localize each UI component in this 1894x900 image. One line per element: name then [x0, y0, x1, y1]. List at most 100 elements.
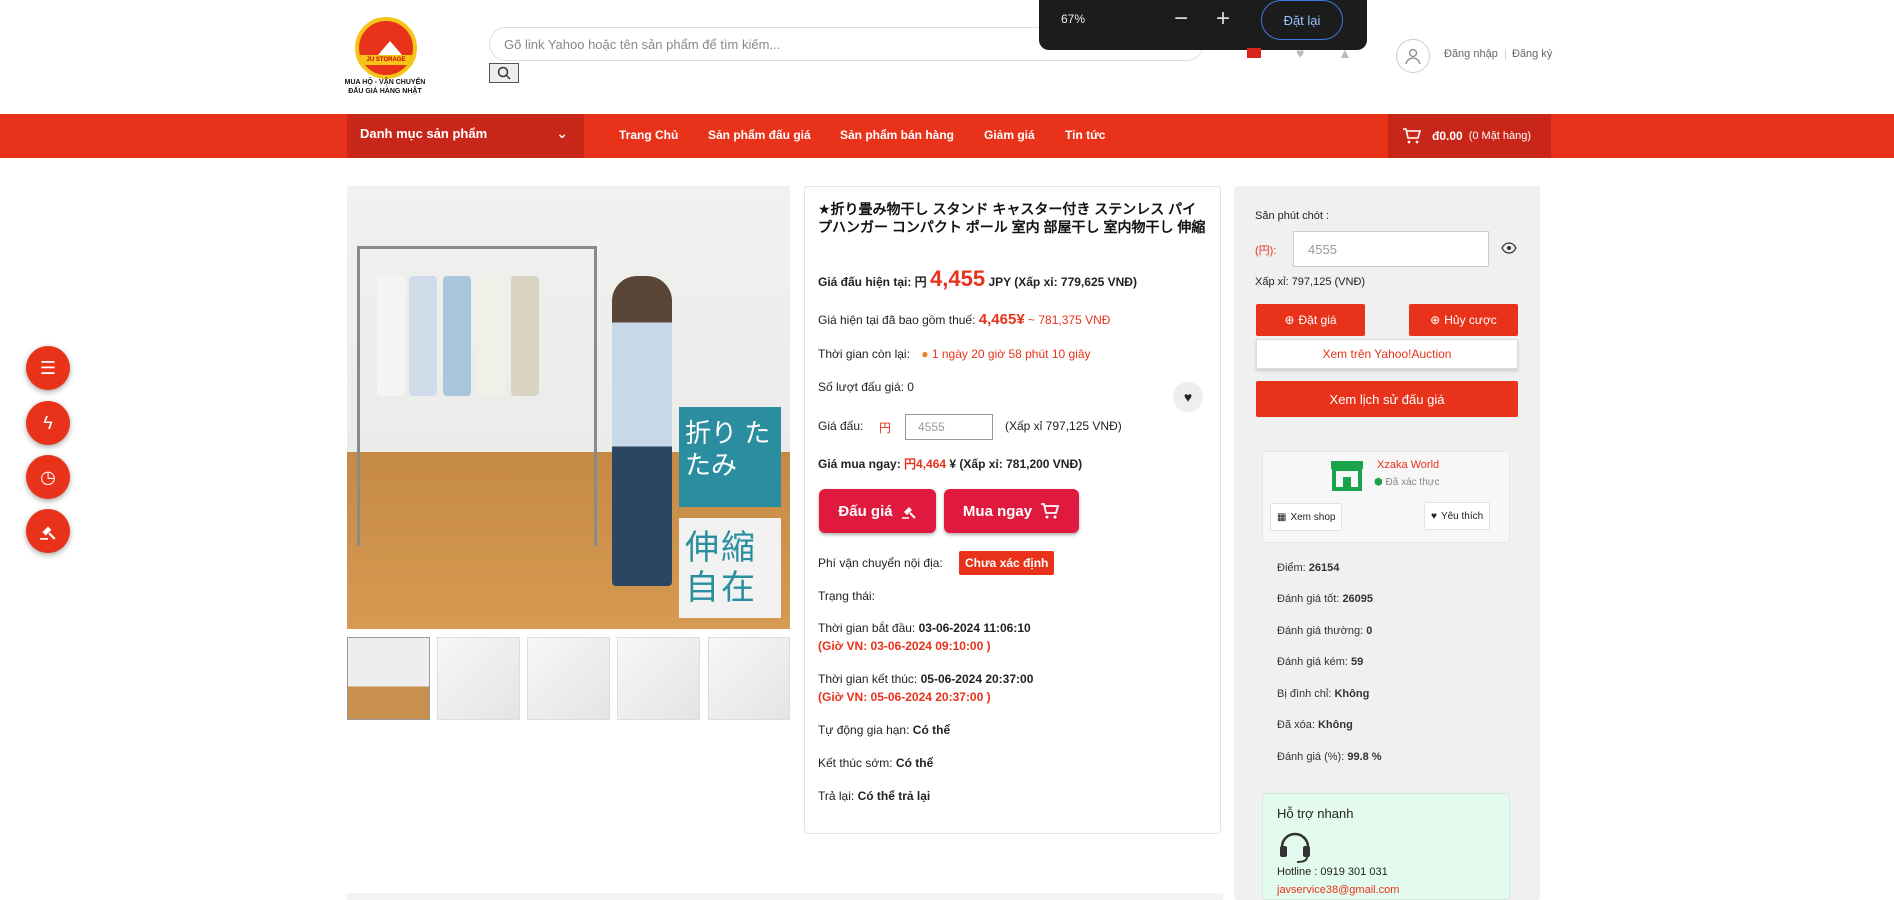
thumbnail[interactable]	[527, 637, 610, 720]
cancel-bid-button[interactable]: ⊕ Hủy cược	[1409, 304, 1518, 336]
stat-label: Điểm:	[1277, 562, 1306, 574]
stat-label: Đánh giá tốt:	[1277, 593, 1340, 605]
stat-value: 26095	[1342, 593, 1374, 605]
nav-news[interactable]: Tin tức	[1065, 128, 1105, 142]
view-shop-button[interactable]: ▦ Xem shop	[1270, 503, 1343, 531]
clock-icon: ◷	[40, 466, 56, 487]
current-bid-value: 4,455	[930, 266, 986, 291]
tax-vnd: ~ 781,375 VNĐ	[1028, 313, 1111, 327]
nav-discount[interactable]: Giảm giá	[984, 128, 1035, 142]
logo-tagline-2: ĐẤU GIÁ HÀNG NHẬT	[348, 88, 422, 95]
search-button[interactable]	[489, 63, 519, 83]
heart-icon: ♥	[1431, 510, 1437, 522]
bid-button-label: Đấu giá	[838, 502, 893, 520]
menu-icon: ☰	[39, 357, 57, 378]
product-main-image[interactable]: 折り たたみ 伸縮 自在	[347, 186, 790, 629]
login-link[interactable]: Đăng nhập	[1444, 48, 1498, 60]
logo[interactable]: JU STORAGE	[355, 17, 417, 79]
early-end-value: Có thể	[895, 756, 934, 770]
stat-label: Bị đình chỉ:	[1277, 688, 1332, 700]
support-email[interactable]: javservice38@gmail.com	[1277, 884, 1399, 896]
buy-now-button[interactable]: Mua ngay	[944, 489, 1079, 533]
thumbnail[interactable]	[347, 637, 430, 720]
search-icon	[497, 66, 511, 80]
end-time: Thời gian kết thúc: 05-06-2024 20:37:00	[818, 672, 1033, 686]
thumbnail[interactable]	[617, 637, 700, 720]
image-tag-extendable: 伸縮 自在	[679, 518, 781, 618]
mountain-icon	[378, 41, 402, 55]
remaining-label: Thời gian còn lại:	[818, 347, 910, 361]
favorite-label: Yêu thích	[1440, 510, 1484, 522]
hotline: Hotline : 0919 301 031	[1277, 866, 1388, 878]
bid-amount-input[interactable]: 4555	[905, 414, 993, 440]
clothes-illustration	[511, 276, 539, 396]
thumbnail[interactable]	[437, 637, 520, 720]
stat-label: Đánh giá (%):	[1277, 751, 1345, 763]
bid-count: Số lượt đấu giá: 0	[818, 380, 914, 394]
stat-points: Điểm: 26154	[1277, 562, 1339, 574]
early-end-label: Kết thúc sớm:	[818, 756, 893, 770]
nav-sale-products[interactable]: Sản phẩm bán hàng	[840, 128, 954, 142]
cart-button[interactable]: đ0.00 (0 Mặt hàng)	[1388, 114, 1551, 158]
category-dropdown[interactable]: Danh mục sản phẩm ⌄	[347, 114, 584, 158]
logo-tagline: MUA HỘ - VẬN CHUYỂN ĐẤU GIÁ HÀNG NHẬT	[340, 78, 430, 96]
nav-home[interactable]: Trang Chủ	[619, 128, 678, 142]
register-link[interactable]: Đăng ký	[1512, 48, 1552, 60]
nav-auction-products[interactable]: Sản phẩm đấu giá	[708, 128, 811, 142]
chevron-down-icon: ⌄	[556, 125, 568, 141]
stat-rating-percent: Đánh giá (%): 99.8 %	[1277, 751, 1382, 763]
heart-icon[interactable]: ♥	[1296, 45, 1312, 61]
zoom-level: 67%	[1061, 12, 1086, 26]
seller-name[interactable]: Xzaka World	[1377, 459, 1439, 471]
shipping-label: Phí vận chuyển nội địa:	[818, 556, 943, 570]
start-value: 03-06-2024 11:06:10	[918, 621, 1031, 635]
menu-fab-button[interactable]: ☰	[26, 346, 70, 390]
history-fab-button[interactable]: ◷	[26, 455, 70, 499]
place-bid-button[interactable]: ⊕ Đặt giá	[1256, 304, 1365, 336]
buy-label: Giá mua ngay:	[818, 457, 901, 471]
stat-value: Không	[1317, 719, 1353, 731]
current-bid-suffix: JPY (Xấp xỉ: 779,625 VNĐ)	[988, 275, 1137, 289]
clothes-illustration	[377, 276, 405, 396]
target-icon: ⊕	[1430, 313, 1441, 327]
bid-label: Giá đấu:	[818, 419, 864, 433]
auto-extension: Tự động gia hạn: Có thể	[818, 723, 950, 737]
snipe-amount-input[interactable]: 4555	[1293, 231, 1489, 267]
headset-icon	[1277, 829, 1313, 868]
category-label: Danh mục sản phẩm	[360, 126, 488, 141]
zoom-popup: 67% − + Đặt lại	[1039, 0, 1367, 50]
eye-icon[interactable]	[1501, 241, 1517, 257]
place-bid-label: Đặt giá	[1298, 313, 1337, 327]
support-title: Hỗ trợ nhanh	[1277, 806, 1354, 821]
zoom-reset-button[interactable]: Đặt lại	[1261, 0, 1343, 40]
image-tag-folding: 折り たたみ	[679, 407, 781, 507]
bell-icon[interactable]: ▲	[1338, 45, 1354, 61]
zoom-in-button[interactable]: +	[1216, 6, 1230, 32]
bid-button[interactable]: Đấu giá	[819, 489, 936, 533]
thumbnail[interactable]	[708, 637, 790, 720]
bid-history-button[interactable]: Xem lịch sử đấu giá	[1256, 381, 1518, 417]
buy-value: 円4,464	[904, 457, 947, 471]
stat-value: 0	[1366, 625, 1373, 637]
status-label: Trạng thái:	[818, 589, 875, 603]
verified-shield-icon: ⬢	[1374, 477, 1383, 488]
user-icon[interactable]	[1396, 39, 1430, 73]
favorite-heart-icon[interactable]: ♥	[1173, 382, 1203, 412]
vn-flag-icon[interactable]	[1247, 48, 1261, 58]
tax-label: Giá hiện tại đã bao gồm thuế:	[818, 313, 976, 327]
flash-fab-button[interactable]: ϟ	[26, 401, 70, 445]
favorite-shop-button[interactable]: ♥ Yêu thích	[1424, 502, 1491, 530]
snipe-approx: Xấp xỉ: 797,125 (VNĐ)	[1255, 276, 1366, 288]
yahoo-auction-link[interactable]: Xem trên Yahoo!Auction	[1256, 339, 1518, 369]
current-bid: Giá đấu hiện tại: 円 4,455 JPY (Xấp xỉ: 7…	[818, 266, 1137, 292]
snipe-label: Săn phút chót :	[1255, 210, 1329, 222]
seller-verified: ⬢ Đã xác thực	[1374, 477, 1439, 488]
zoom-out-button[interactable]: −	[1174, 6, 1188, 32]
stat-suspended: Bị đình chỉ: Không	[1277, 688, 1369, 700]
buy-now-label: Mua ngay	[962, 502, 1033, 520]
person-illustration	[612, 276, 672, 586]
auction-fab-button[interactable]	[26, 509, 70, 553]
return-value: Có thể trả lại	[857, 789, 931, 803]
bid-currency: 円	[879, 421, 892, 435]
stat-value: 26154	[1308, 562, 1340, 574]
